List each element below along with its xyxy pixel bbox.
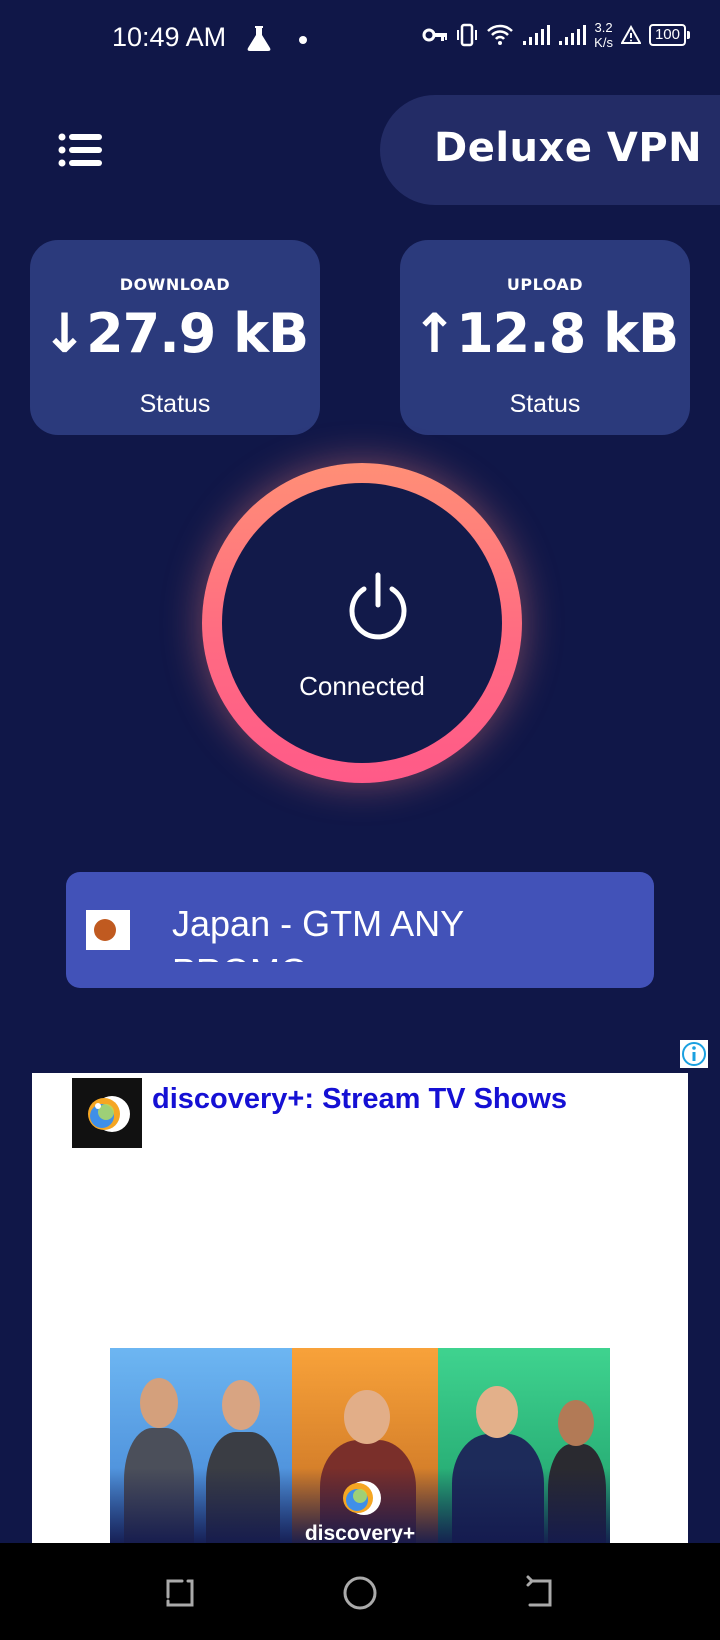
network-speed-unit: K/s [594,35,613,50]
connection-status: Connected [299,671,425,701]
banner-discovery-logo-icon [343,1481,381,1515]
status-bar: 10:49 AM 3.2 K/s 100 [0,0,720,84]
alert-icon [620,25,641,44]
network-speed-value: 3.2 [594,20,613,35]
notification-dot-icon [299,36,307,44]
server-selector-button[interactable]: Japan - GTM ANY PROMO [66,872,654,988]
vpn-key-icon [422,28,448,42]
battery-level: 100 [648,24,686,46]
ad-banner-image[interactable]: discovery+ [110,1348,610,1543]
signal-icon [559,25,587,45]
download-value: 27.9 kB [86,302,309,365]
upload-status: Status [509,390,581,418]
list-menu-icon[interactable] [58,132,102,168]
ad-title[interactable]: discovery+: Stream TV Shows [152,1083,567,1116]
recents-icon[interactable] [160,1573,200,1613]
signal-icon [523,25,551,45]
connection-inner: Connected [222,483,502,763]
power-icon [349,572,407,640]
server-name: Japan - GTM ANY PROMO [172,903,464,962]
download-label: DOWNLOAD [119,275,231,294]
status-time: 10:49 AM [112,22,227,52]
vibrate-icon [457,23,478,47]
download-status: Status [139,390,211,418]
discovery-logo-graphic [88,1096,130,1132]
upload-value-row: ↑12.8 kB [400,302,690,365]
upload-value: 12.8 kB [456,302,679,365]
download-card: DOWNLOAD ↓27.9 kB Status [30,240,320,435]
app-title: Deluxe VPN [434,125,703,171]
upload-card: UPLOAD ↑12.8 kB Status [400,240,690,435]
network-speed: 3.2 K/s [594,20,613,50]
system-nav-bar [0,1543,720,1640]
ad-container: discovery+: Stream TV Shows discovery+ [32,1073,688,1543]
banner-person-head [140,1378,178,1428]
battery-tip [687,31,690,39]
home-icon[interactable] [340,1573,380,1613]
upload-arrow-icon: ↑ [411,302,457,365]
japan-flag-icon [86,910,130,950]
upload-label: UPLOAD [506,275,584,294]
banner-brand-text: discovery+ [304,1522,416,1543]
banner-person-head [222,1380,260,1430]
back-icon[interactable] [520,1573,560,1613]
ad-info-icon[interactable] [680,1040,708,1068]
download-value-row: ↓27.9 kB [30,302,320,365]
download-arrow-icon: ↓ [41,302,87,365]
banner-person-head [476,1386,518,1438]
flask-icon [247,26,271,51]
app-title-pill: Deluxe VPN [380,95,720,205]
status-icons: 3.2 K/s 100 [422,20,690,50]
discovery-plus-logo-icon[interactable] [72,1078,142,1148]
wifi-icon [487,24,514,45]
banner-person-head [344,1390,390,1444]
banner-person-head [558,1400,594,1446]
battery-icon: 100 [648,24,690,46]
flag-circle [94,919,116,941]
connect-button[interactable]: Connected [202,463,522,783]
